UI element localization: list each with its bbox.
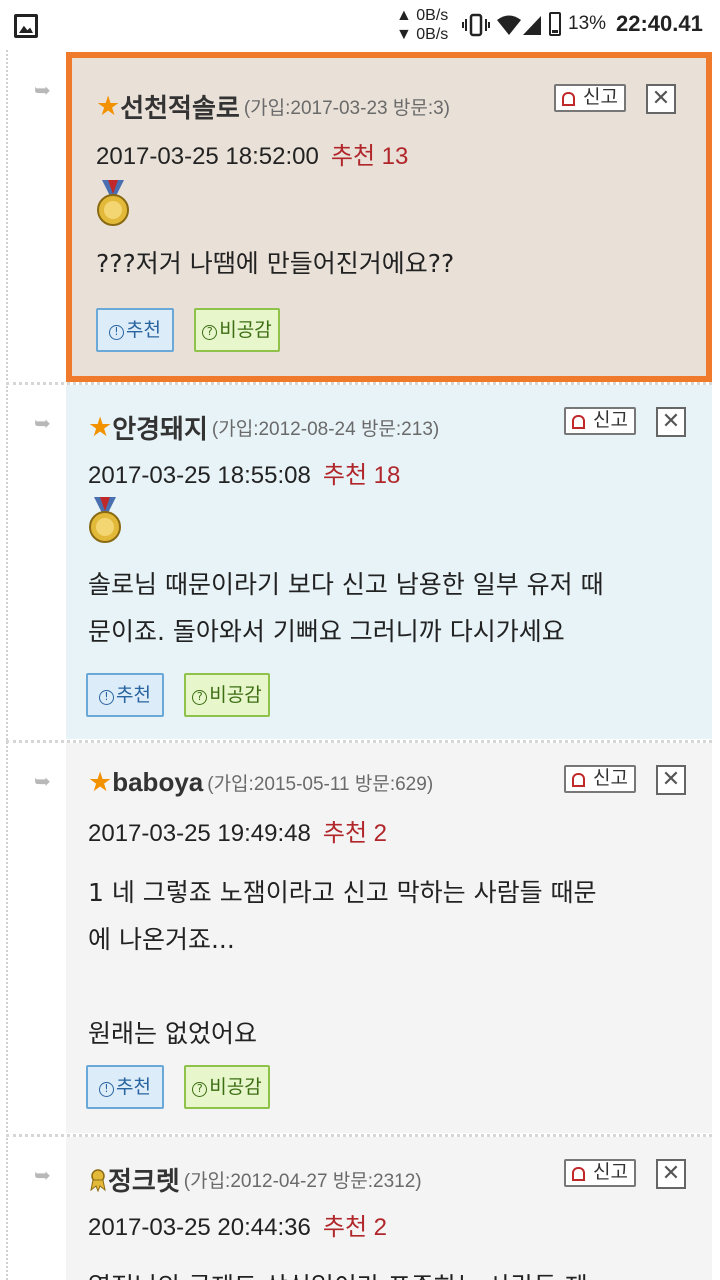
report-button[interactable]: 신고 <box>564 407 636 435</box>
upvote-icon: ! <box>109 325 125 340</box>
comment-item: ➥ ★선천적솔로 (가입:2017-03-23 방문:3) 신고 ✕ 2017-0… <box>0 50 720 382</box>
comment-datetime-line: 2017-03-25 18:55:08 추천 18 <box>88 455 400 490</box>
close-icon[interactable]: ✕ <box>656 765 686 795</box>
status-bar: ▲ 0B/s ▼ 0B/s 13% 22:40.41 <box>0 0 720 50</box>
comment-body-line: 솔로님 때문이라기 보다 신고 남용한 일부 유저 때 <box>88 570 604 599</box>
downvote-label: 비공감 <box>209 1076 262 1098</box>
downvote-label: 비공감 <box>219 319 272 341</box>
downvote-icon: ? <box>192 1082 208 1097</box>
downvote-button[interactable]: ? 비공감 <box>194 308 280 352</box>
upvote-icon: ! <box>99 1082 115 1097</box>
author-meta: (가입:2015-05-11 방문:629) <box>207 774 434 795</box>
upvote-button[interactable]: ! 추천 <box>86 1065 164 1109</box>
star-icon: ★ <box>96 91 121 122</box>
siren-icon <box>572 1167 585 1181</box>
star-icon: ★ <box>88 412 113 443</box>
reply-arrow-icon: ➥ <box>34 78 51 102</box>
signal-icon <box>523 16 541 35</box>
downvote-icon: ? <box>192 690 208 705</box>
author-meta: (가입:2012-08-24 방문:213) <box>211 419 440 440</box>
upvote-label: 추천 <box>126 319 161 341</box>
comment-item: ➥ ★안경돼지 (가입:2012-08-24 방문:213) 신고 ✕ 2017-… <box>0 385 720 739</box>
report-label: 신고 <box>583 86 618 108</box>
author-line: ★안경돼지 (가입:2012-08-24 방문:213) <box>88 409 439 446</box>
comment-datetime-line: 2017-03-25 20:44:36 추천 2 <box>88 1207 387 1242</box>
comment-body-line: 열정님의 글제도 삼십일이라 표준하는 사람들 제 <box>88 1263 692 1280</box>
medal-icon <box>89 497 121 543</box>
comment-body-line: ???저거 나땜에 만들어진거에요?? <box>96 249 455 278</box>
report-button[interactable]: 신고 <box>554 84 626 112</box>
downvote-button[interactable]: ? 비공감 <box>184 1065 270 1109</box>
recommend-count: 추천 2 <box>322 820 388 847</box>
author-line: ★baboya (가입:2015-05-11 방문:629) <box>88 767 433 798</box>
medal-icon <box>97 180 129 226</box>
star-icon: ★ <box>88 767 113 798</box>
author-nickname[interactable]: baboya <box>112 767 203 797</box>
net-down-text: ▼ 0B/s <box>396 26 449 43</box>
siren-icon <box>572 415 585 429</box>
reply-arrow-icon: ➥ <box>34 769 51 793</box>
close-icon[interactable]: ✕ <box>646 84 676 114</box>
recommend-count: 추천 13 <box>330 143 409 170</box>
downvote-label: 비공감 <box>209 684 262 706</box>
author-nickname[interactable]: 정크렛 <box>108 1166 180 1196</box>
close-icon[interactable]: ✕ <box>656 407 686 437</box>
comment-body-line: 1 네 그렇죠 노잼이라고 신고 막하는 사람들 때문 <box>88 878 597 907</box>
wifi-icon <box>497 15 521 35</box>
report-label: 신고 <box>593 767 628 789</box>
comment-body: 열정님의 글제도 삼십일이라 표준하는 사람들 제 <box>88 1263 692 1280</box>
comment-card: 정크렛 (가입:2012-04-27 방문:2312) 신고 ✕ 2017-03-… <box>66 1137 712 1280</box>
upvote-button[interactable]: ! 추천 <box>96 308 174 352</box>
upvote-label: 추천 <box>116 684 151 706</box>
recommend-count: 추천 2 <box>322 1214 388 1241</box>
upvote-icon: ! <box>99 690 115 705</box>
author-nickname[interactable]: 선천적솔로 <box>120 93 240 123</box>
report-label: 신고 <box>593 409 628 431</box>
comment-body-line: 원래는 없었어요 <box>88 1019 257 1048</box>
author-meta: (가입:2012-04-27 방문:2312) <box>183 1171 422 1192</box>
comment-body: ???저거 나땜에 만들어진거에요?? <box>96 240 686 287</box>
battery-icon <box>549 12 561 36</box>
comment-item: ➥ 정크렛 (가입:2012-04-27 방문:2312) 신고 ✕ 2017-0… <box>0 1137 720 1280</box>
upvote-label: 추천 <box>116 1076 151 1098</box>
comment-datetime: 2017-03-25 19:49:48 <box>88 820 311 847</box>
clock: 22:40.41 <box>616 11 703 36</box>
comment-body-line <box>88 963 692 1010</box>
author-line: ★선천적솔로 (가입:2017-03-23 방문:3) <box>96 88 450 125</box>
comment-body: 1 네 그렇죠 노잼이라고 신고 막하는 사람들 때문 에 나온거죠... 원래… <box>88 869 692 1057</box>
close-icon[interactable]: ✕ <box>656 1159 686 1189</box>
comment-body: 솔로님 때문이라기 보다 신고 남용한 일부 유저 때 문이죠. 돌아와서 기뻐… <box>88 561 692 655</box>
report-button[interactable]: 신고 <box>564 765 636 793</box>
comment-card: ★선천적솔로 (가입:2017-03-23 방문:3) 신고 ✕ 2017-03-… <box>66 52 712 382</box>
author-meta: (가입:2017-03-23 방문:3) <box>243 98 450 119</box>
upvote-button[interactable]: ! 추천 <box>86 673 164 717</box>
network-speed: ▲ 0B/s ▼ 0B/s <box>396 6 448 44</box>
comment-datetime: 2017-03-25 18:55:08 <box>88 462 311 489</box>
comment-datetime-line: 2017-03-25 18:52:00 추천 13 <box>96 136 408 171</box>
recommend-count: 추천 18 <box>322 462 401 489</box>
downvote-icon: ? <box>202 325 218 340</box>
author-line: 정크렛 (가입:2012-04-27 방문:2312) <box>88 1161 422 1198</box>
comment-card: ★baboya (가입:2015-05-11 방문:629) 신고 ✕ 2017-… <box>66 743 712 1133</box>
rank-badge-icon <box>90 1168 106 1192</box>
vibrate-icon <box>462 13 490 37</box>
comment-item: ➥ ★baboya (가입:2015-05-11 방문:629) 신고 ✕ 201… <box>0 743 720 1133</box>
comment-datetime-line: 2017-03-25 19:49:48 추천 2 <box>88 813 387 848</box>
siren-icon <box>572 773 585 787</box>
comment-body-line: 에 나온거죠... <box>88 925 235 954</box>
gallery-icon <box>14 14 38 38</box>
reply-arrow-icon: ➥ <box>34 1163 51 1187</box>
report-label: 신고 <box>593 1161 628 1183</box>
comment-body-line: 문이죠. 돌아와서 기뻐요 그러니까 다시가세요 <box>88 617 565 646</box>
net-up-text: ▲ 0B/s <box>396 7 449 24</box>
comment-datetime: 2017-03-25 20:44:36 <box>88 1214 311 1241</box>
reply-arrow-icon: ➥ <box>34 411 51 435</box>
report-button[interactable]: 신고 <box>564 1159 636 1187</box>
downvote-button[interactable]: ? 비공감 <box>184 673 270 717</box>
comment-card: ★안경돼지 (가입:2012-08-24 방문:213) 신고 ✕ 2017-03… <box>66 385 712 739</box>
battery-percent: 13% <box>568 13 607 34</box>
author-nickname[interactable]: 안경돼지 <box>112 414 208 444</box>
siren-icon <box>562 92 575 106</box>
comment-datetime: 2017-03-25 18:52:00 <box>96 143 319 170</box>
